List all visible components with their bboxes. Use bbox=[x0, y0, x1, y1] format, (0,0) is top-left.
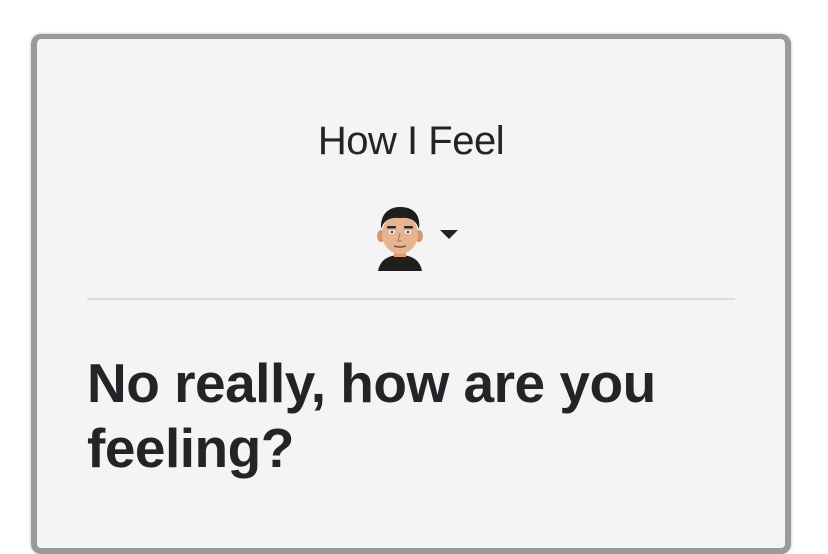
user-avatar-icon bbox=[377, 207, 423, 271]
app-card: How I Feel No really, how are you feelin… bbox=[31, 34, 791, 554]
app-title: How I Feel bbox=[317, 119, 505, 163]
header-divider bbox=[87, 298, 735, 300]
caret-down-icon bbox=[440, 229, 458, 239]
user-menu-toggle[interactable] bbox=[370, 203, 458, 271]
page-question: No really, how are you feeling? bbox=[87, 352, 656, 479]
